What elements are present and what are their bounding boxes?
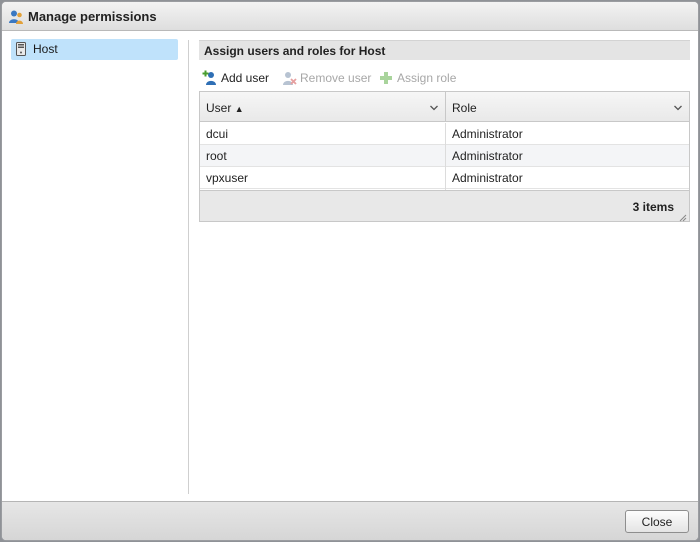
dialog-footer: Close xyxy=(2,501,698,540)
sidebar: Host xyxy=(2,32,188,494)
assign-role-label: Assign role xyxy=(397,71,457,85)
remove-user-icon xyxy=(281,70,297,86)
grid-footer: 3 items xyxy=(200,190,689,222)
add-user-button[interactable]: Add user xyxy=(202,69,270,87)
plus-icon xyxy=(378,70,394,86)
sort-ascending-icon: ▲ xyxy=(234,104,244,114)
cell-role: Administrator xyxy=(452,171,523,185)
dialog-titlebar[interactable]: Manage permissions xyxy=(2,2,698,31)
column-header-role[interactable]: Role xyxy=(446,92,689,122)
sidebar-item-host[interactable]: Host xyxy=(11,39,178,60)
host-server-icon xyxy=(16,42,26,56)
chevron-down-icon[interactable] xyxy=(429,102,439,112)
column-header-label: Role xyxy=(452,101,477,115)
cell-user: dcui xyxy=(206,127,229,141)
manage-permissions-dialog: Manage permissions Host Assign users and… xyxy=(1,1,699,541)
chevron-down-icon[interactable] xyxy=(673,102,683,112)
grid-header: User ▲ Role xyxy=(200,92,689,122)
panel-title: Assign users and roles for Host xyxy=(204,44,386,58)
panel-header: Assign users and roles for Host xyxy=(199,40,690,60)
cell-role: Administrator xyxy=(452,127,523,141)
sidebar-divider xyxy=(188,40,189,494)
remove-user-label: Remove user xyxy=(300,71,372,85)
sidebar-item-label: Host xyxy=(33,42,58,56)
users-icon xyxy=(8,9,24,25)
item-count: 3 items xyxy=(632,200,674,214)
add-user-label: Add user xyxy=(221,71,270,85)
column-separator xyxy=(445,123,446,190)
column-header-label: User ▲ xyxy=(206,101,244,115)
resize-grip-icon[interactable] xyxy=(679,211,687,222)
column-header-user[interactable]: User ▲ xyxy=(200,92,445,122)
cell-role: Administrator xyxy=(452,149,523,163)
dialog-title: Manage permissions xyxy=(28,9,157,24)
permissions-grid: User ▲ Role dcui Administrator root Admi… xyxy=(199,91,690,222)
add-user-icon xyxy=(202,70,218,86)
assign-role-button[interactable]: Assign role xyxy=(378,69,457,87)
remove-user-button[interactable]: Remove user xyxy=(281,69,371,87)
cell-user: vpxuser xyxy=(206,171,249,185)
cell-user: root xyxy=(206,149,227,163)
close-button[interactable]: Close xyxy=(625,510,689,533)
